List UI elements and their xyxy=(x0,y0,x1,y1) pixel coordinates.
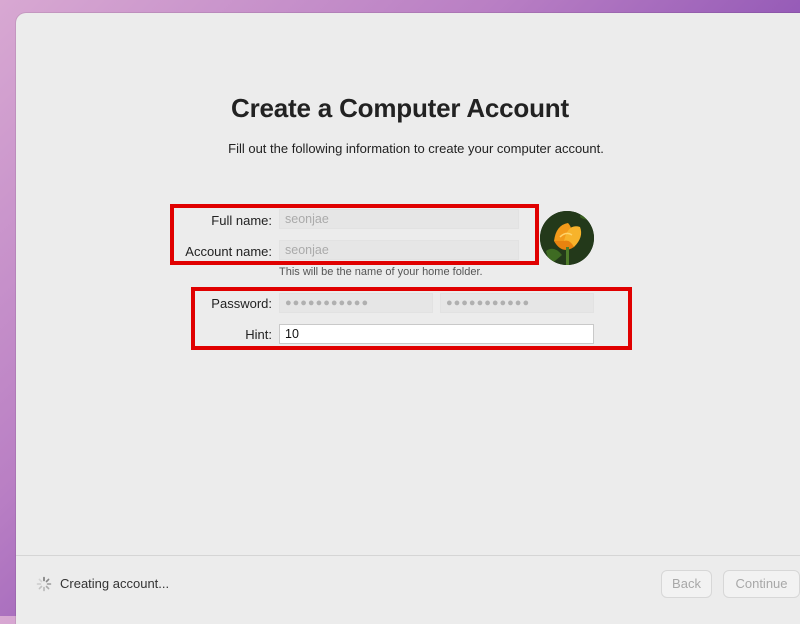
page-title: Create a Computer Account xyxy=(231,93,569,123)
verify-password-field[interactable] xyxy=(440,293,594,313)
hint-label: Hint: xyxy=(245,327,272,342)
spinner-icon xyxy=(36,576,52,592)
password-label: Password: xyxy=(211,296,272,311)
status-text: Creating account... xyxy=(60,576,170,591)
account-name-label: Account name: xyxy=(185,244,272,259)
hint-field[interactable] xyxy=(279,324,594,344)
user-avatar[interactable] xyxy=(540,211,594,265)
poppy-photo-icon xyxy=(540,211,594,265)
setup-window: Create a Computer Account Fill out the f… xyxy=(16,13,800,624)
full-name-field[interactable] xyxy=(279,209,519,229)
page-subtitle: Fill out the following information to cr… xyxy=(228,141,604,156)
back-button[interactable]: Back xyxy=(661,570,712,598)
home-folder-note: This will be the name of your home folde… xyxy=(279,266,483,278)
continue-button[interactable]: Continue xyxy=(723,570,800,598)
password-field[interactable] xyxy=(279,293,433,313)
full-name-label: Full name: xyxy=(211,213,272,228)
footer-bar: Creating account... Back Continue xyxy=(16,555,800,624)
account-name-field[interactable] xyxy=(279,240,519,260)
